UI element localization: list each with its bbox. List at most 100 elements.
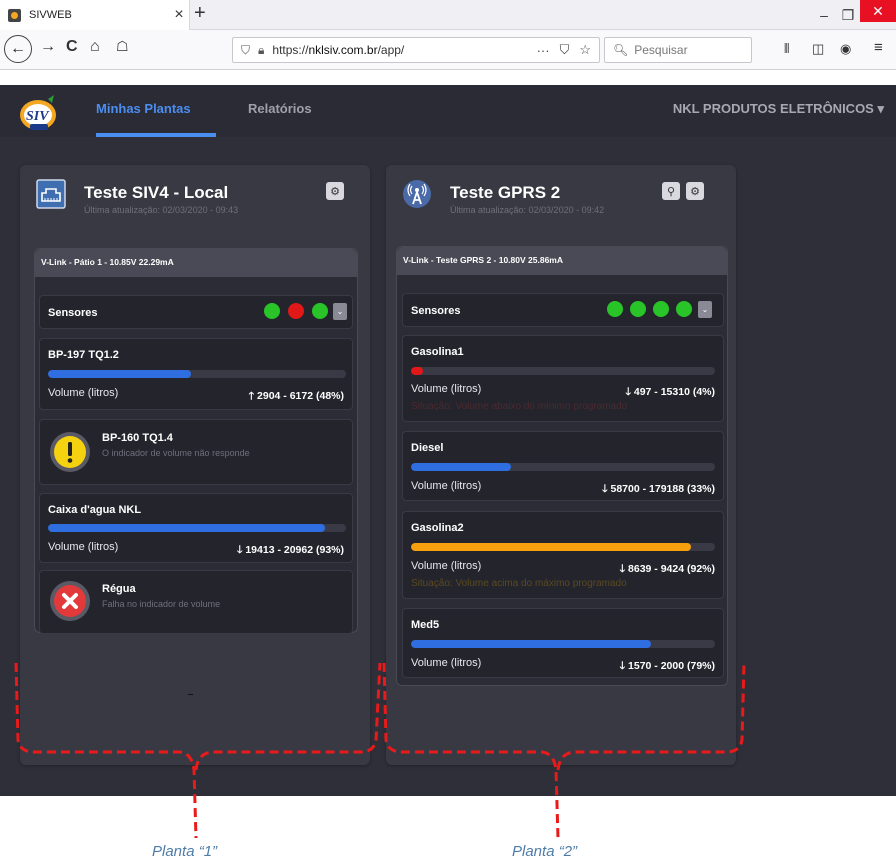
search-icon: 🔍︎ xyxy=(613,43,629,57)
app-area: SIV Minhas Plantas Relatórios NKL PRODUT… xyxy=(0,85,896,796)
tank-card-error[interactable]: Régua Falha no indicador de volume xyxy=(39,570,353,634)
tank-name: BP-160 TQ1.4 xyxy=(102,432,173,444)
vlink-header: V-Link - Pátio 1 - 10.85V 22.29mA xyxy=(35,249,357,277)
plant-location-button[interactable]: ⚲ xyxy=(662,182,680,200)
browser-tab[interactable]: SIVWEB × xyxy=(0,0,190,30)
plant-title: Teste SIV4 - Local xyxy=(84,183,229,202)
plant-settings-button[interactable]: ⚙ xyxy=(326,182,344,200)
tank-name: Régua xyxy=(102,583,136,595)
new-tab-button[interactable]: + xyxy=(194,2,206,25)
tab-title: SIVWEB xyxy=(29,9,72,21)
plant-title: Teste GPRS 2 xyxy=(450,183,561,202)
volume-label: Volume (litros) xyxy=(411,560,482,572)
tank-name: Gasolina2 xyxy=(411,522,464,534)
tank-alert-message: O indicador de volume não responde xyxy=(102,448,250,458)
tank-card-warning[interactable]: BP-160 TQ1.4 O indicador de volume não r… xyxy=(39,419,353,485)
volume-value: 🡓 1570 - 2000 (79%) xyxy=(619,660,715,672)
volume-bar-fill xyxy=(411,463,512,471)
volume-bar-fill xyxy=(48,524,326,532)
volume-bar xyxy=(48,370,346,378)
nav-relatorios[interactable]: Relatórios xyxy=(248,101,312,116)
browser-titlebar: SIVWEB × + – ❐ ✕ xyxy=(0,0,896,30)
tank-card[interactable]: Med5 Volume (litros) 🡓 1570 - 2000 (79%) xyxy=(402,608,724,678)
shield-icon[interactable]: ⛉ xyxy=(241,43,250,58)
back-button[interactable]: ← xyxy=(4,35,32,63)
sensors-label: Sensores xyxy=(48,307,98,319)
volume-label: Volume (litros) xyxy=(411,480,482,492)
chevron-down-icon[interactable]: ⌄ xyxy=(698,301,712,318)
tank-card[interactable]: Caixa d'agua NKL Volume (litros) 🡓 19413… xyxy=(39,493,353,563)
volume-bar-fill xyxy=(48,370,192,378)
plant-last-update: Última atualização: 02/03/2020 - 09:43 xyxy=(84,205,239,215)
map-pin-icon: ⚲ xyxy=(666,185,676,198)
volume-label: Volume (litros) xyxy=(48,541,119,553)
volume-bar-fill xyxy=(411,640,652,648)
volume-bar xyxy=(411,640,715,648)
gear-icon: ⚙ xyxy=(330,185,340,198)
reload-button[interactable]: C xyxy=(66,38,78,56)
svg-text:SIV: SIV xyxy=(26,109,50,124)
error-icon xyxy=(50,581,90,621)
tank-card[interactable]: Gasolina1 Volume (litros) 🡓 497 - 15310 … xyxy=(402,335,724,422)
plant-card-2: Teste GPRS 2 Última atualização: 02/03/2… xyxy=(386,165,736,765)
sensors-bar: Sensores ⌄ xyxy=(39,295,353,329)
search-placeholder: Pesquisar xyxy=(634,43,688,57)
gear-icon: ⚙ xyxy=(690,185,700,198)
volume-bar xyxy=(48,524,346,532)
tank-card[interactable]: BP-197 TQ1.2 Volume (litros) 🡑 2904 - 61… xyxy=(39,338,353,410)
tank-card[interactable]: Diesel Volume (litros) 🡓 58700 - 179188 … xyxy=(402,431,724,501)
volume-bar-fill xyxy=(411,367,424,375)
volume-label: Volume (litros) xyxy=(48,387,119,399)
volume-label: Volume (litros) xyxy=(411,383,482,395)
lock-icon[interactable]: 🔒︎ xyxy=(258,43,264,58)
stray-mark xyxy=(188,694,193,695)
volume-bar xyxy=(411,543,715,551)
library-icon[interactable]: ⫴ xyxy=(784,41,789,57)
tank-status-message: Situação: Volume abaixo do mínimo progra… xyxy=(411,401,628,412)
siv-logo-icon: SIV xyxy=(20,95,56,130)
vlink-panel: V-Link - Pátio 1 - 10.85V 22.29mA Sensor… xyxy=(34,248,358,634)
window-minimize-button[interactable]: – xyxy=(812,0,836,30)
url-bar[interactable]: ⛉ 🔒︎ https://nklsiv.com.br/app/ ··· ⛉ ☆ xyxy=(232,37,600,63)
window-maximize-button[interactable]: ❐ xyxy=(836,0,860,30)
sensor-status-dot xyxy=(288,303,304,319)
sensors-bar: Sensores ⌄ xyxy=(402,293,724,327)
plant-2-annotation-label: Planta “2” xyxy=(512,843,578,860)
nav-minhas-plantas[interactable]: Minhas Plantas xyxy=(96,101,191,116)
tank-name: Gasolina1 xyxy=(411,346,464,358)
company-menu[interactable]: NKL PRODUTOS ELETRÔNICOS ▾ xyxy=(673,101,884,117)
menu-icon[interactable]: ≡ xyxy=(874,39,883,56)
sensor-status-dot xyxy=(312,303,328,319)
app-header: SIV Minhas Plantas Relatórios NKL PRODUT… xyxy=(0,85,896,137)
volume-bar xyxy=(411,463,715,471)
sidebar-icon[interactable]: ◫ xyxy=(812,41,824,57)
url-text[interactable]: https://nklsiv.com.br/app/ xyxy=(272,43,526,57)
search-box[interactable]: 🔍︎ Pesquisar xyxy=(604,37,752,63)
sensor-status-dot xyxy=(676,301,692,317)
plant-settings-button[interactable]: ⚙ xyxy=(686,182,704,200)
volume-label: Volume (litros) xyxy=(411,657,482,669)
chevron-down-icon[interactable]: ⌄ xyxy=(333,303,347,320)
page-actions-icon[interactable]: ··· xyxy=(537,43,550,58)
window-close-button[interactable]: ✕ xyxy=(860,0,896,22)
tank-name: Diesel xyxy=(411,442,444,454)
bookmark-star-icon[interactable]: ☆ xyxy=(579,42,591,58)
volume-value: 🡓 58700 - 179188 (33%) xyxy=(602,483,715,495)
volume-value: 🡓 8639 - 9424 (92%) xyxy=(619,563,715,575)
pocket-icon[interactable]: ☖ xyxy=(116,38,129,55)
tank-name: BP-197 TQ1.2 xyxy=(48,349,119,361)
volume-bar-fill xyxy=(411,543,691,551)
ethernet-icon xyxy=(36,179,66,209)
sensor-status-dot xyxy=(264,303,280,319)
tank-status-message: Situação: Volume acima do máximo program… xyxy=(411,578,627,589)
home-button[interactable]: ⌂ xyxy=(90,38,100,56)
warning-icon xyxy=(50,432,90,472)
pocket-save-icon[interactable]: ⛉ xyxy=(560,42,570,58)
account-icon[interactable]: ◉ xyxy=(840,41,851,57)
vlink-header: V-Link - Teste GPRS 2 - 10.80V 25.86mA xyxy=(397,247,727,275)
forward-button[interactable]: → xyxy=(40,38,56,56)
tank-card[interactable]: Gasolina2 Volume (litros) 🡓 8639 - 9424 … xyxy=(402,511,724,599)
tab-close-icon[interactable]: × xyxy=(169,6,189,24)
sensor-status-dot xyxy=(630,301,646,317)
sensor-status-dot xyxy=(653,301,669,317)
